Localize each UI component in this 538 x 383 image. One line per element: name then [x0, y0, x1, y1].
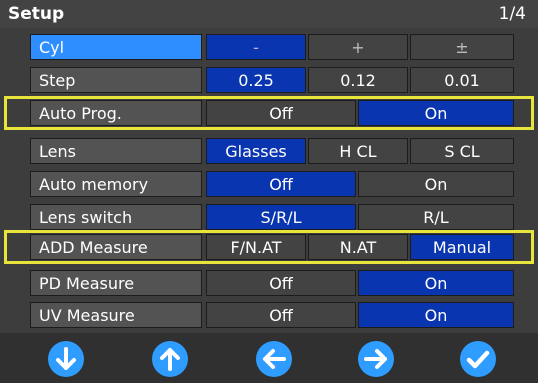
cyl-option-plusminus[interactable]: ±: [410, 34, 514, 60]
up-arrow-icon: [160, 348, 180, 371]
checkmark-icon: [466, 350, 490, 369]
setting-row-step: Step 0.25 0.12 0.01: [0, 67, 538, 97]
auto-prog-option-off[interactable]: Off: [206, 100, 356, 126]
down-arrow-icon: [56, 347, 76, 370]
setting-row-pd-measure: PD Measure Off On: [0, 270, 538, 300]
setting-label-step[interactable]: Step: [30, 67, 202, 93]
setup-screen: Setup 1/4 Cyl - + ± Step 0.25 0.12 0.01 …: [0, 0, 538, 383]
uv-measure-option-on[interactable]: On: [358, 302, 514, 328]
lens-switch-option-srl[interactable]: S/R/L: [206, 204, 356, 230]
setting-label-cyl[interactable]: Cyl: [30, 34, 202, 60]
page-title: Setup: [8, 4, 65, 24]
setting-row-auto-prog: Auto Prog. Off On: [0, 100, 538, 130]
cyl-option-minus[interactable]: -: [206, 34, 306, 60]
page-indicator: 1/4: [498, 4, 526, 24]
setting-label-add-measure[interactable]: ADD Measure: [30, 234, 202, 260]
setting-row-cyl: Cyl - + ±: [0, 34, 538, 64]
right-arrow-button[interactable]: [358, 341, 394, 377]
lens-option-hcl[interactable]: H CL: [308, 138, 408, 164]
setting-label-lens-switch[interactable]: Lens switch: [30, 204, 202, 230]
step-option-001[interactable]: 0.01: [410, 67, 514, 93]
setting-row-lens-switch: Lens switch S/R/L R/L: [0, 204, 538, 234]
auto-memory-option-on[interactable]: On: [358, 171, 514, 197]
pd-measure-option-on[interactable]: On: [358, 270, 514, 296]
lens-switch-option-rl[interactable]: R/L: [358, 204, 514, 230]
setting-row-auto-memory: Auto memory Off On: [0, 171, 538, 201]
auto-memory-option-off[interactable]: Off: [206, 171, 356, 197]
setting-row-uv-measure: UV Measure Off On: [0, 302, 538, 332]
left-arrow-icon: [263, 349, 286, 369]
setting-row-lens: Lens Glasses H CL S CL: [0, 138, 538, 168]
setting-row-add-measure: ADD Measure F/N.AT N.AT Manual: [0, 234, 538, 264]
add-measure-option-nat[interactable]: N.AT: [308, 234, 408, 260]
setting-label-lens[interactable]: Lens: [30, 138, 202, 164]
confirm-button[interactable]: [460, 341, 496, 377]
add-measure-option-manual[interactable]: Manual: [410, 234, 514, 260]
setting-label-uv-measure[interactable]: UV Measure: [30, 302, 202, 328]
left-arrow-button[interactable]: [256, 341, 292, 377]
add-measure-option-fnat[interactable]: F/N.AT: [206, 234, 306, 260]
auto-prog-option-on[interactable]: On: [358, 100, 514, 126]
step-option-025[interactable]: 0.25: [206, 67, 306, 93]
setting-label-auto-memory[interactable]: Auto memory: [30, 171, 202, 197]
lens-option-scl[interactable]: S CL: [410, 138, 514, 164]
uv-measure-option-off[interactable]: Off: [206, 302, 356, 328]
right-arrow-icon: [364, 349, 387, 369]
title-bar: Setup 1/4: [0, 0, 538, 28]
up-arrow-button[interactable]: [152, 341, 188, 377]
setting-label-pd-measure[interactable]: PD Measure: [30, 270, 202, 296]
bottom-toolbar: [0, 333, 538, 383]
down-arrow-button[interactable]: [48, 341, 84, 377]
setting-label-auto-prog[interactable]: Auto Prog.: [30, 100, 202, 126]
cyl-option-plus[interactable]: +: [308, 34, 408, 60]
step-option-012[interactable]: 0.12: [308, 67, 408, 93]
lens-option-glasses[interactable]: Glasses: [206, 138, 306, 164]
pd-measure-option-off[interactable]: Off: [206, 270, 356, 296]
